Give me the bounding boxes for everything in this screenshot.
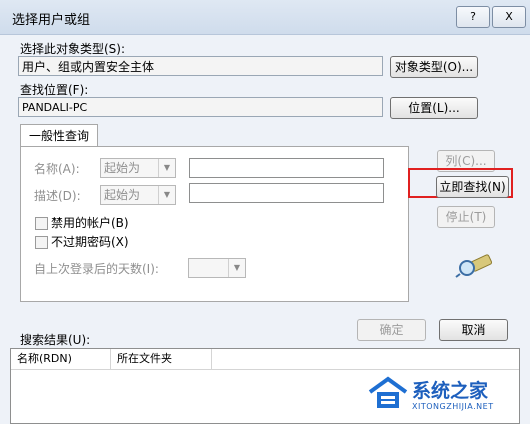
- object-type-field: 用户、组或内置安全主体: [18, 56, 383, 76]
- days-since-logon-select[interactable]: ▼: [188, 258, 246, 278]
- watermark: 系统之家 XITONGZHIJIA.NET: [366, 372, 526, 422]
- description-label: 描述(D):: [34, 189, 81, 203]
- name-label: 名称(A):: [34, 162, 80, 176]
- stop-button[interactable]: 停止(T): [437, 206, 495, 228]
- disabled-accounts-checkbox[interactable]: [35, 217, 48, 230]
- watermark-url: XITONGZHIJIA.NET: [412, 402, 494, 411]
- object-type-label: 选择此对象类型(S):: [20, 42, 126, 56]
- nonexpiring-password-label: 不过期密码(X): [51, 235, 129, 249]
- find-now-button[interactable]: 立即查找(N): [436, 176, 509, 198]
- locations-button[interactable]: 位置(L)...: [390, 97, 478, 119]
- chevron-down-icon: ▼: [158, 186, 175, 204]
- description-input[interactable]: [189, 183, 384, 203]
- help-button[interactable]: ?: [456, 6, 490, 28]
- watermark-brand: 系统之家: [412, 380, 489, 402]
- ok-button[interactable]: 确定: [357, 319, 426, 341]
- cancel-button[interactable]: 取消: [439, 319, 508, 341]
- chevron-down-icon: ▼: [158, 159, 175, 177]
- disabled-accounts-label: 禁用的帐户(B): [51, 216, 129, 230]
- column-header-folder[interactable]: 所在文件夹: [117, 349, 172, 369]
- nonexpiring-password-checkbox[interactable]: [35, 236, 48, 249]
- object-types-button[interactable]: 对象类型(O)...: [390, 56, 478, 78]
- window-title: 选择用户或组: [12, 13, 91, 28]
- close-button[interactable]: X: [492, 6, 526, 28]
- column-divider[interactable]: [110, 349, 111, 369]
- search-results-label: 搜索结果(U):: [20, 333, 91, 347]
- name-input[interactable]: [189, 158, 384, 178]
- column-header-name[interactable]: 名称(RDN): [17, 349, 72, 369]
- location-field: PANDALI-PC: [18, 97, 383, 117]
- days-since-logon-label: 自上次登录后的天数(I):: [34, 262, 159, 276]
- name-mode-select[interactable]: 起始为 ▼: [100, 158, 176, 178]
- name-mode-value: 起始为: [104, 161, 141, 175]
- column-divider[interactable]: [211, 349, 212, 369]
- house-logo-icon: [368, 376, 408, 408]
- chevron-down-icon: ▼: [228, 259, 245, 277]
- results-header: 名称(RDN) 所在文件夹: [11, 349, 519, 370]
- description-mode-value: 起始为: [104, 188, 141, 202]
- search-flashlight-icon: [455, 252, 495, 278]
- location-label: 查找位置(F):: [20, 83, 89, 97]
- tab-general-query[interactable]: 一般性查询: [20, 124, 98, 147]
- description-mode-select[interactable]: 起始为 ▼: [100, 185, 176, 205]
